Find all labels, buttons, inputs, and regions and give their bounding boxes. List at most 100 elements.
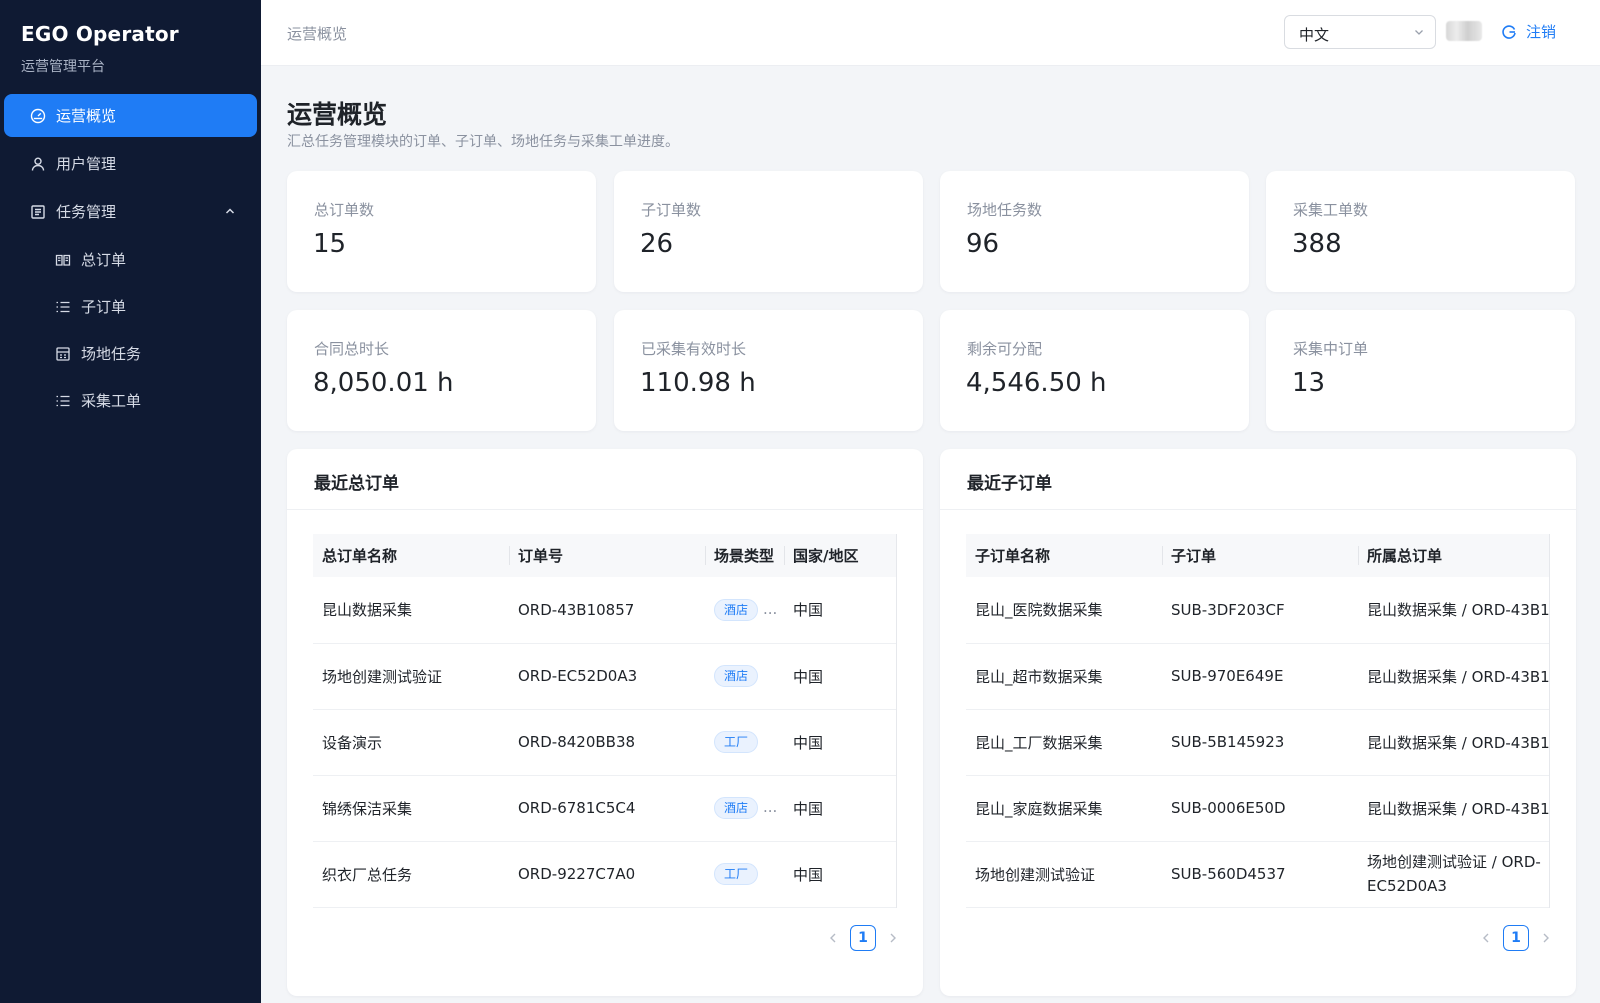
- sidebar: EGO Operator 运营管理平台 运营概览 用户管理 任务管理 总订单 子…: [0, 0, 261, 1003]
- table-header-row: 总订单名称 订单号 场景类型 国家/地区: [313, 534, 896, 577]
- table-row[interactable]: 场地创建测试验证 SUB-560D4537 场地创建测试验证 / ORD-EC5…: [966, 841, 1549, 908]
- sidebar-item-tasks[interactable]: 任务管理: [4, 190, 257, 233]
- column-header[interactable]: 所属总订单: [1358, 534, 1549, 577]
- table-row[interactable]: 设备演示 ORD-8420BB38 工厂 中国: [313, 709, 896, 776]
- chevron-right-icon: [1543, 933, 1549, 943]
- stat-value: 388: [1292, 229, 1342, 259]
- stat-value: 110.98 h: [640, 368, 756, 398]
- table-row[interactable]: 昆山_超市数据采集 SUB-970E649E 昆山数据采集 / ORD-43B1…: [966, 643, 1549, 710]
- order-id: ORD-6781C5C4: [509, 775, 705, 842]
- scene-tag: 工厂: [714, 731, 759, 753]
- table-row[interactable]: 昆山_家庭数据采集 SUB-0006E50D 昆山数据采集 / ORD-43B1…: [966, 775, 1549, 842]
- sidebar-item-label: 总订单: [81, 251, 127, 269]
- suborder-id: SUB-970E649E: [1162, 643, 1358, 710]
- stat-card-remaining-hours: 剩余可分配 4,546.50 h: [940, 310, 1249, 431]
- order-id: ORD-EC52D0A3: [509, 643, 705, 710]
- stat-label: 已采集有效时长: [641, 340, 747, 358]
- column-header[interactable]: 子订单: [1162, 534, 1358, 577]
- recent-orders-table: 总订单名称 订单号 场景类型 国家/地区 昆山数据采集 ORD-43B10857…: [313, 534, 897, 908]
- chevron-right-icon: [890, 933, 896, 943]
- book-icon: [54, 251, 71, 268]
- sidebar-item-suborders[interactable]: 子订单: [4, 285, 257, 328]
- scene-tag: 酒店: [714, 797, 759, 819]
- country: 中国: [784, 775, 896, 842]
- stat-card-total-orders: 总订单数 15: [287, 171, 596, 292]
- stat-label: 场地任务数: [967, 201, 1043, 219]
- pagination: 1: [1478, 925, 1554, 951]
- table-row[interactable]: 织衣厂总任务 ORD-9227C7A0 工厂 中国: [313, 841, 896, 908]
- sidebar-item-label: 任务管理: [56, 203, 117, 221]
- parent-order: 昆山数据采集 / ORD-43B1(: [1358, 643, 1549, 710]
- suborder-name: 昆山_家庭数据采集: [966, 775, 1162, 842]
- scene-cell: 酒店: [705, 643, 784, 710]
- column-header[interactable]: 总订单名称: [313, 534, 509, 577]
- sidebar-item-site-tasks[interactable]: 场地任务: [4, 332, 257, 375]
- next-page-button[interactable]: [885, 930, 901, 946]
- column-header[interactable]: 订单号: [509, 534, 705, 577]
- table-row[interactable]: 昆山_医院数据采集 SUB-3DF203CF 昆山数据采集 / ORD-43B1…: [966, 577, 1549, 644]
- table-header-row: 子订单名称 子订单 所属总订单: [966, 534, 1549, 577]
- stat-card-collected-hours: 已采集有效时长 110.98 h: [614, 310, 923, 431]
- dashboard-icon: [29, 107, 46, 124]
- stat-value: 13: [1292, 368, 1326, 398]
- order-id: ORD-8420BB38: [509, 709, 705, 776]
- country: 中国: [784, 577, 896, 644]
- table-row[interactable]: 场地创建测试验证 ORD-EC52D0A3 酒店 中国: [313, 643, 896, 710]
- next-page-button[interactable]: [1538, 930, 1554, 946]
- logout-button[interactable]: 注销: [1501, 21, 1556, 42]
- stat-value: 15: [313, 229, 347, 259]
- page-number-button[interactable]: 1: [850, 925, 876, 951]
- scene-cell: 工厂: [705, 709, 784, 776]
- order-name: 织衣厂总任务: [313, 841, 509, 908]
- scene-cell: 工厂: [705, 841, 784, 908]
- order-name: 场地创建测试验证: [313, 643, 509, 710]
- suborder-id: SUB-3DF203CF: [1162, 577, 1358, 644]
- task-icon: [29, 203, 46, 220]
- sidebar-item-overview[interactable]: 运营概览: [4, 94, 257, 137]
- logout-icon: [1502, 24, 1516, 39]
- parent-order: 昆山数据采集 / ORD-43B1(: [1358, 709, 1549, 776]
- suborder-name: 昆山_超市数据采集: [966, 643, 1162, 710]
- prev-page-button[interactable]: [825, 930, 841, 946]
- suborder-id: SUB-560D4537: [1162, 841, 1358, 908]
- panel-title: 最近总订单: [287, 449, 923, 510]
- more-indicator: ...: [763, 599, 778, 618]
- top-header: 运营概览 中文 注销: [261, 0, 1600, 66]
- suborder-name: 场地创建测试验证: [966, 841, 1162, 908]
- scene-cell: 酒店...: [705, 775, 784, 842]
- stat-card-work-orders: 采集工单数 388: [1266, 171, 1575, 292]
- sidebar-item-users[interactable]: 用户管理: [4, 142, 257, 185]
- pagination: 1: [825, 925, 901, 951]
- list-icon: [54, 298, 71, 315]
- order-id: ORD-9227C7A0: [509, 841, 705, 908]
- recent-suborders-table: 子订单名称 子订单 所属总订单 昆山_医院数据采集 SUB-3DF203CF 昆…: [966, 534, 1550, 908]
- brand-subtitle: 运营管理平台: [21, 59, 105, 75]
- stat-card-contract-hours: 合同总时长 8,050.01 h: [287, 310, 596, 431]
- column-header[interactable]: 场景类型: [705, 534, 784, 577]
- sidebar-item-label: 子订单: [81, 298, 127, 316]
- scene-tag: 酒店: [714, 665, 759, 687]
- table-row[interactable]: 昆山数据采集 ORD-43B10857 酒店... 中国: [313, 577, 896, 644]
- parent-order: 昆山数据采集 / ORD-43B1(: [1358, 577, 1549, 644]
- order-name: 锦绣保洁采集: [313, 775, 509, 842]
- suborder-name: 昆山_工厂数据采集: [966, 709, 1162, 776]
- parent-order: 场地创建测试验证 / ORD-EC52D0A3: [1358, 841, 1549, 908]
- scene-tag: 工厂: [714, 863, 759, 885]
- page-title: 运营概览: [287, 100, 388, 129]
- avatar[interactable]: [1446, 21, 1482, 41]
- column-header[interactable]: 子订单名称: [966, 534, 1162, 577]
- user-icon: [29, 155, 46, 172]
- logout-label: 注销: [1526, 23, 1557, 41]
- suborder-id: SUB-0006E50D: [1162, 775, 1358, 842]
- language-select[interactable]: 中文: [1284, 15, 1436, 49]
- prev-page-button[interactable]: [1478, 930, 1494, 946]
- stat-label: 总订单数: [314, 201, 375, 219]
- column-header[interactable]: 国家/地区: [784, 534, 896, 577]
- page-number-button[interactable]: 1: [1503, 925, 1529, 951]
- table-row[interactable]: 昆山_工厂数据采集 SUB-5B145923 昆山数据采集 / ORD-43B1…: [966, 709, 1549, 776]
- page-description: 汇总任务管理模块的订单、子订单、场地任务与采集工单进度。: [287, 134, 679, 150]
- sidebar-item-work-orders[interactable]: 采集工单: [4, 379, 257, 422]
- sidebar-item-label: 运营概览: [56, 107, 117, 125]
- table-row[interactable]: 锦绣保洁采集 ORD-6781C5C4 酒店... 中国: [313, 775, 896, 842]
- sidebar-item-orders[interactable]: 总订单: [4, 238, 257, 281]
